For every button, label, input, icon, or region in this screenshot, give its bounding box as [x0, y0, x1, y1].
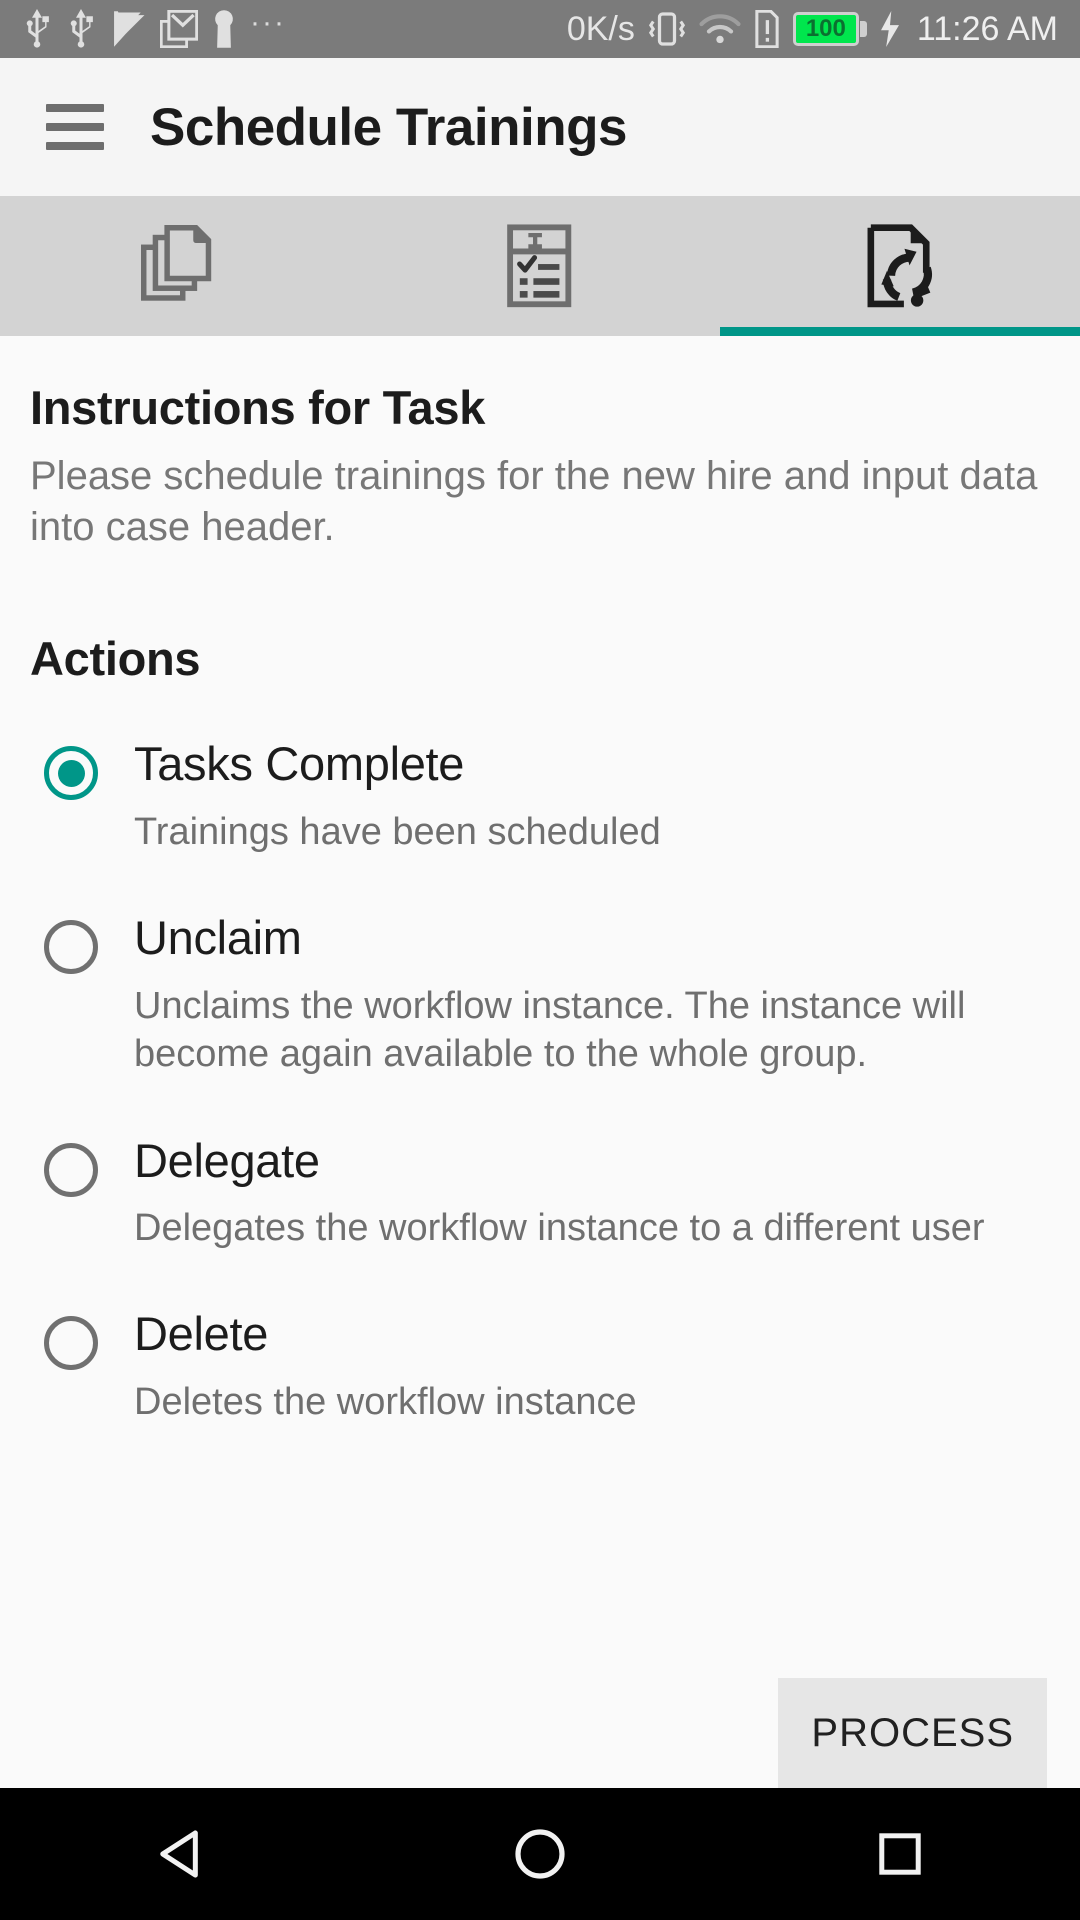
home-circle-icon: [515, 1829, 565, 1879]
process-button[interactable]: PROCESS: [778, 1678, 1047, 1788]
option-texts: Tasks Complete Trainings have been sched…: [134, 738, 661, 856]
task-content: Instructions for Task Please schedule tr…: [0, 336, 1080, 1788]
status-bar-right-icons: 0K/s 100 11:26 AM: [567, 10, 1058, 49]
option-label: Delete: [134, 1307, 269, 1361]
document-process-arrows-icon: [867, 224, 932, 308]
radio-button-tasks-complete[interactable]: [44, 746, 98, 801]
hamburger-icon[interactable]: [46, 104, 104, 150]
actions-heading: Actions: [30, 632, 201, 686]
active-tab-indicator: [720, 327, 1080, 336]
status-bar-left-icons: ···: [22, 6, 286, 49]
charging-bolt-icon: [880, 11, 899, 47]
status-bar: ··· 0K/s 100 11:26 AM: [0, 0, 1080, 58]
option-description: Deletes the workflow instance: [134, 1381, 637, 1424]
android-navigation-bar: [0, 1788, 1080, 1920]
battery-icon: 100: [792, 12, 867, 46]
recents-square-icon: [879, 1833, 921, 1875]
vibrate-icon: [648, 12, 685, 46]
wifi-icon: [699, 14, 741, 44]
back-button[interactable]: [115, 1788, 245, 1920]
option-texts: Delegate Delegates the workflow instance…: [134, 1133, 985, 1253]
network-speed-label: 0K/s: [566, 9, 635, 48]
usb-icon: [26, 9, 49, 48]
action-option-delete[interactable]: Delete Deletes the workflow instance: [30, 1308, 1050, 1426]
page-title: Schedule Trainings: [150, 97, 627, 157]
option-texts: Unclaim Unclaims the workflow instance. …: [134, 912, 1050, 1078]
tab-bar: [0, 196, 1080, 336]
radio-button-delegate[interactable]: [44, 1142, 98, 1197]
option-description: Unclaims the workflow instance. The inst…: [134, 985, 966, 1076]
recents-button[interactable]: [835, 1788, 965, 1920]
sim-alert-icon: [755, 10, 779, 48]
battery-level-label: 100: [805, 15, 846, 42]
option-description: Delegates the workflow instance to a dif…: [134, 1207, 985, 1250]
option-label: Delegate: [134, 1133, 320, 1187]
home-button[interactable]: [475, 1788, 605, 1920]
action-option-tasks-complete[interactable]: Tasks Complete Trainings have been sched…: [30, 738, 1050, 856]
option-label: Tasks Complete: [134, 737, 465, 791]
copy-documents-icon: [141, 225, 212, 301]
gmail-icon: [160, 10, 198, 48]
actions-radio-group: Tasks Complete Trainings have been sched…: [30, 738, 1050, 1426]
usb-icon: [70, 9, 93, 48]
back-triangle-icon: [160, 1830, 198, 1878]
flag-check-icon: [114, 11, 145, 47]
radio-button-unclaim[interactable]: [44, 920, 98, 975]
instructions-body: Please schedule trainings for the new hi…: [30, 454, 1038, 550]
form-checklist-icon: [507, 224, 572, 308]
app-bar: Schedule Trainings: [0, 58, 1080, 196]
clock-label: 11:26 AM: [916, 9, 1058, 48]
phone-screen: ··· 0K/s 100 11:26 AM Schedule Trainings…: [0, 0, 1080, 1920]
keyhole-icon: [215, 10, 233, 48]
option-label: Unclaim: [134, 911, 302, 965]
instructions-heading: Instructions for Task: [30, 381, 486, 434]
tab-form[interactable]: [360, 196, 720, 336]
action-option-unclaim[interactable]: Unclaim Unclaims the workflow instance. …: [30, 912, 1050, 1078]
overflow-dots-icon: ···: [250, 6, 286, 39]
option-description: Trainings have been scheduled: [134, 811, 661, 854]
option-texts: Delete Deletes the workflow instance: [134, 1308, 637, 1426]
action-option-delegate[interactable]: Delegate Delegates the workflow instance…: [30, 1133, 1050, 1253]
radio-button-delete[interactable]: [44, 1316, 98, 1371]
tab-documents[interactable]: [0, 196, 360, 336]
tab-process[interactable]: [720, 196, 1080, 336]
